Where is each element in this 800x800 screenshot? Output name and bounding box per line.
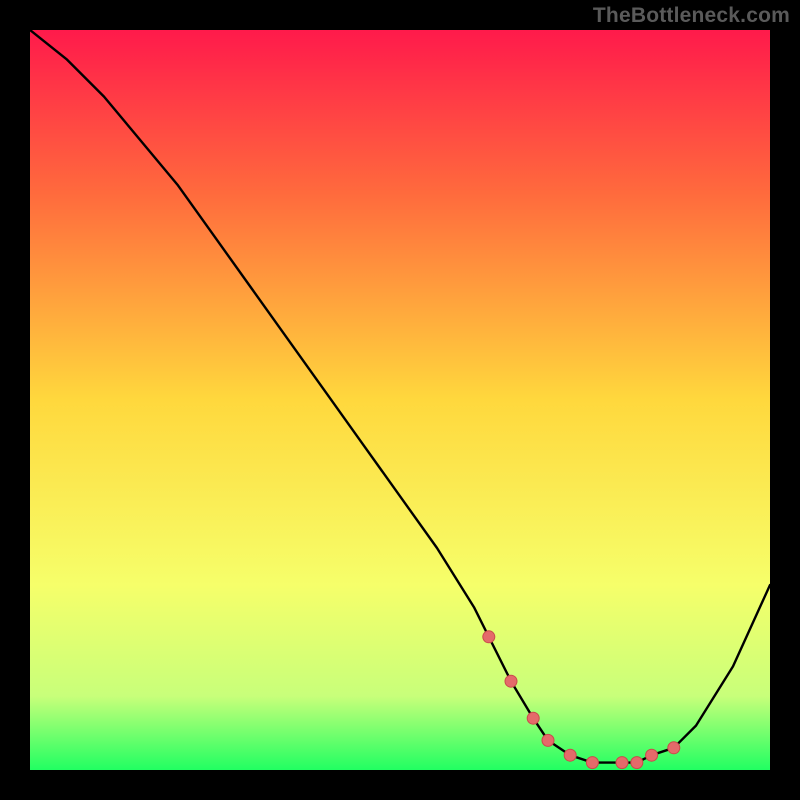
highlight-marker: [646, 749, 658, 761]
highlight-marker: [505, 675, 517, 687]
highlight-marker: [527, 712, 539, 724]
highlight-marker: [616, 757, 628, 769]
bottleneck-chart: [30, 30, 770, 770]
highlight-marker: [631, 757, 643, 769]
chart-area: [30, 30, 770, 770]
highlight-marker: [483, 631, 495, 643]
highlight-marker: [586, 757, 598, 769]
watermark-text: TheBottleneck.com: [593, 4, 790, 28]
highlight-marker: [564, 749, 576, 761]
stage: TheBottleneck.com: [0, 0, 800, 800]
highlight-marker: [668, 742, 680, 754]
highlight-marker: [542, 734, 554, 746]
